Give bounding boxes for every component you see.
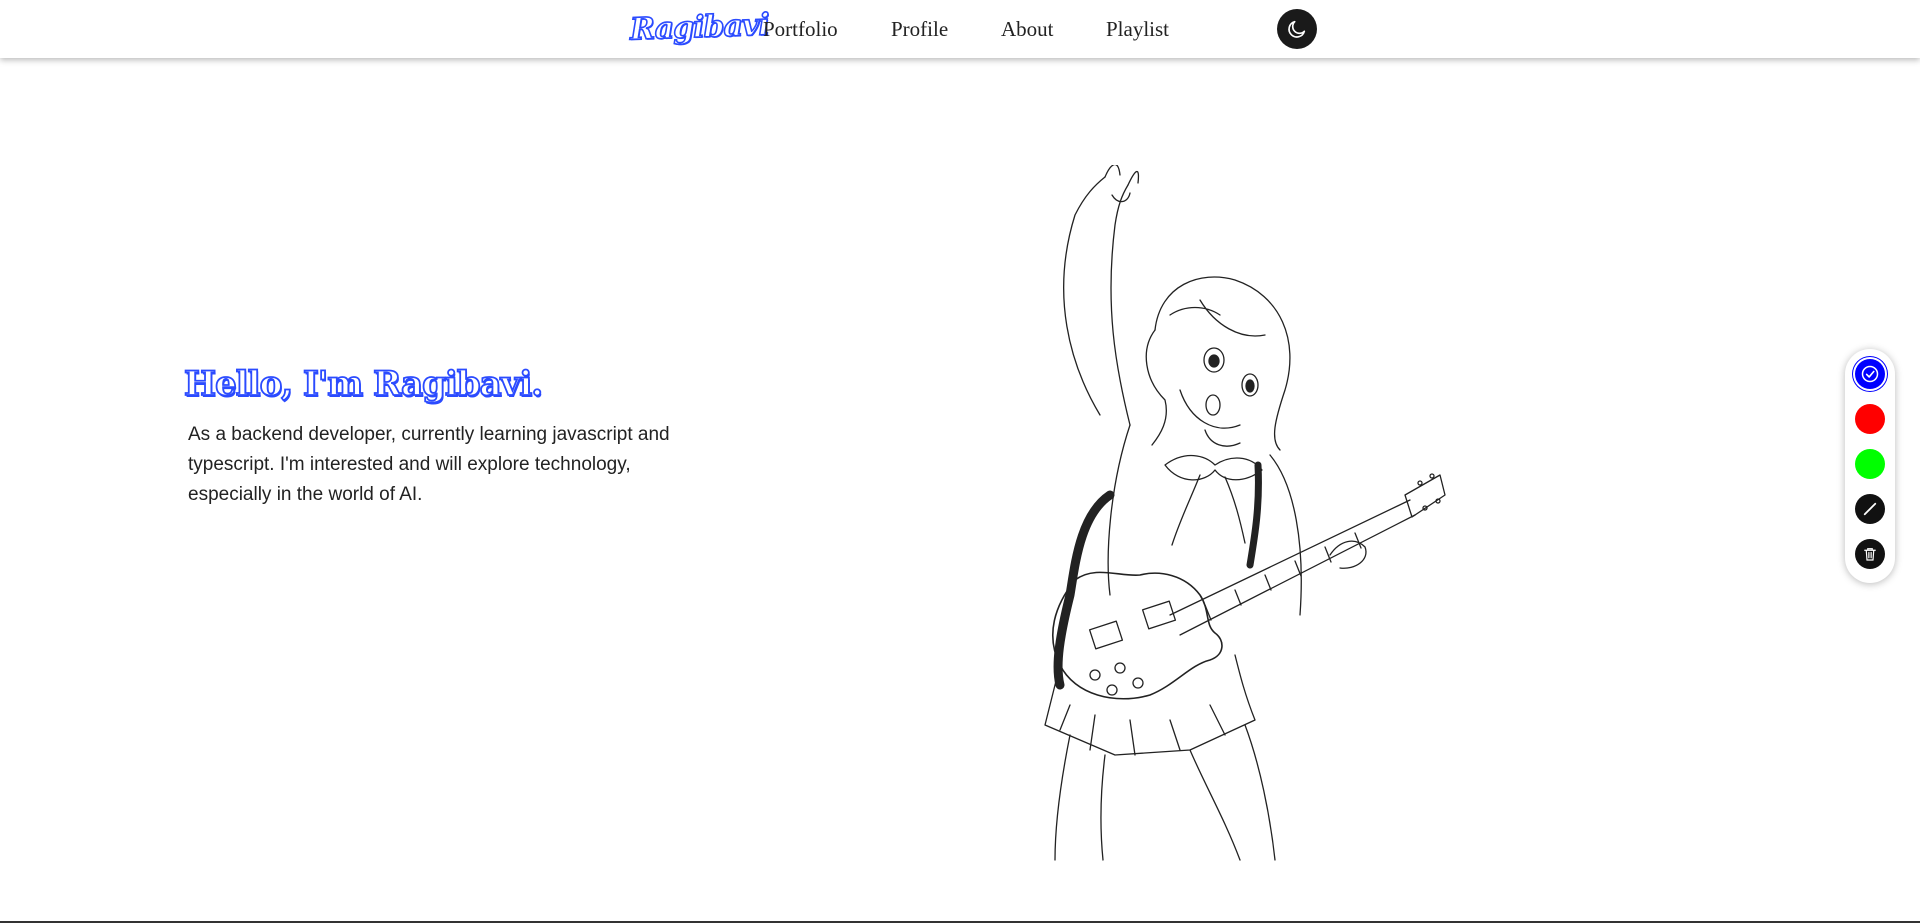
pen-tool-button[interactable]: [1855, 494, 1885, 524]
trash-icon: [1864, 548, 1876, 561]
red-color-button[interactable]: [1855, 404, 1885, 434]
nav-portfolio[interactable]: Portfolio: [763, 17, 838, 42]
theme-toggle-button[interactable]: [1277, 9, 1317, 49]
nav-profile[interactable]: Profile: [891, 17, 948, 42]
hero-title: Hello, I'm Ragibavi.: [183, 363, 544, 405]
site-logo[interactable]: Ragibavi: [629, 7, 770, 48]
check-icon: [1861, 365, 1879, 383]
moon-icon: [1288, 20, 1306, 38]
clear-canvas-button[interactable]: [1855, 539, 1885, 569]
top-navbar: Ragibavi Portfolio Profile About Playlis…: [0, 0, 1920, 58]
drawing-tools-panel: [1845, 349, 1895, 583]
nav-playlist[interactable]: Playlist: [1106, 17, 1169, 42]
anime-girl-guitar-illustration: [1044, 165, 1446, 861]
green-color-button[interactable]: [1855, 449, 1885, 479]
hero-description: As a backend developer, currently learni…: [188, 424, 670, 505]
nav-about[interactable]: About: [1001, 17, 1054, 42]
blue-color-button[interactable]: [1855, 359, 1885, 389]
pen-icon: [1863, 502, 1877, 516]
